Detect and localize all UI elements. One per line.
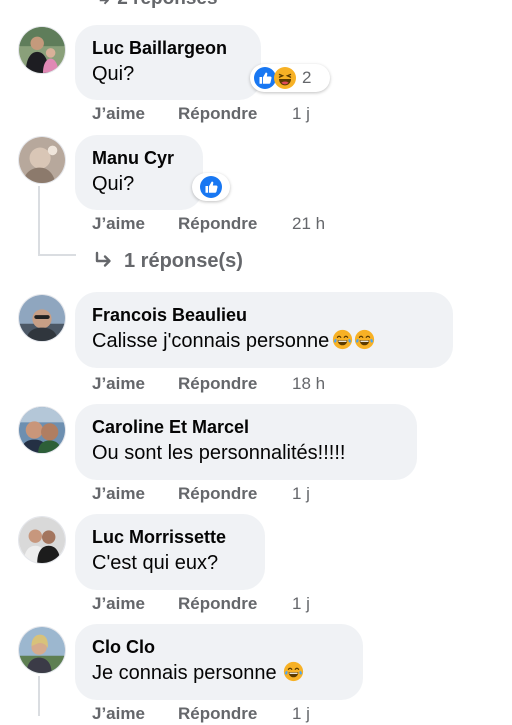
comment-author[interactable]: Caroline Et Marcel <box>92 416 400 438</box>
comment-actions: J’aime Répondre 1 j <box>92 593 310 615</box>
comment-author[interactable]: Francois Beaulieu <box>92 304 436 326</box>
reaction-count: 2 <box>302 68 312 87</box>
avatar[interactable] <box>18 626 66 674</box>
comment-actions: J’aime Répondre 18 h <box>92 373 325 395</box>
comment-timestamp[interactable]: 1 j <box>292 704 310 724</box>
like-button[interactable]: J’aime <box>92 704 178 724</box>
view-replies-link[interactable]: 1 réponse(s) <box>92 249 243 273</box>
comment-bubble: Manu Cyr Qui? <box>75 135 203 210</box>
comment-text: C'est qui eux? <box>92 552 219 574</box>
avatar[interactable] <box>18 516 66 564</box>
comment-bubble: Caroline Et Marcel Ou sont les personnal… <box>75 404 417 480</box>
comment-text: Calisse j'connais personne <box>92 328 436 355</box>
comment-author[interactable]: Manu Cyr <box>92 147 186 169</box>
comment-timestamp[interactable]: 21 h <box>292 214 325 234</box>
comment-bubble: Clo Clo Je connais personne <box>75 624 363 700</box>
avatar[interactable] <box>18 294 66 342</box>
haha-icon <box>273 66 297 90</box>
reply-button[interactable]: Répondre <box>178 484 292 504</box>
tears-of-joy-emoji <box>283 661 304 682</box>
reaction-summary[interactable]: 2 <box>250 64 330 92</box>
comment-actions: J’aime Répondre 21 h <box>92 213 325 235</box>
comment-text: Ou sont les personnalités!!!!! <box>92 442 346 464</box>
comment-bubble: Luc Morrissette C'est qui eux? <box>75 514 265 590</box>
avatar[interactable] <box>18 136 66 184</box>
reply-arrow-icon <box>95 251 111 267</box>
avatar[interactable] <box>18 406 66 454</box>
reply-button[interactable]: Répondre <box>178 374 292 394</box>
comment-bubble: Luc Baillargeon Qui? <box>75 25 261 100</box>
comment-timestamp[interactable]: 1 j <box>292 484 310 504</box>
comment-timestamp[interactable]: 1 j <box>292 104 310 124</box>
comment-actions: J’aime Répondre 1 j <box>92 703 310 725</box>
comment-timestamp[interactable]: 1 j <box>292 594 310 614</box>
comment-author[interactable]: Luc Morrissette <box>92 526 248 548</box>
reaction-summary[interactable] <box>192 173 230 201</box>
view-replies-label[interactable]: 1 réponse(s) <box>124 250 243 273</box>
reply-button[interactable]: Répondre <box>178 704 292 724</box>
comment-actions: J’aime Répondre 1 j <box>92 483 310 505</box>
like-button[interactable]: J’aime <box>92 594 178 614</box>
like-button[interactable]: J’aime <box>92 214 178 234</box>
tears-of-joy-emoji <box>332 329 353 350</box>
avatar[interactable] <box>18 26 66 74</box>
replies-link-partial[interactable]: ↳ 2 réponses <box>96 0 218 10</box>
tears-of-joy-emoji <box>354 329 375 350</box>
comment-author[interactable]: Luc Baillargeon <box>92 37 244 59</box>
comment-text: Qui? <box>92 63 135 85</box>
comment-bubble: Francois Beaulieu Calisse j'connais pers… <box>75 292 453 368</box>
comment-text: Je connais personne <box>92 660 346 687</box>
reply-button[interactable]: Répondre <box>178 594 292 614</box>
comment-author[interactable]: Clo Clo <box>92 636 346 658</box>
thread-line <box>38 186 40 256</box>
comment-timestamp[interactable]: 18 h <box>292 374 325 394</box>
reply-button[interactable]: Répondre <box>178 104 292 124</box>
like-button[interactable]: J’aime <box>92 104 178 124</box>
like-button[interactable]: J’aime <box>92 374 178 394</box>
comment-text: Qui? <box>92 173 135 195</box>
like-icon <box>199 175 223 199</box>
reply-button[interactable]: Répondre <box>178 214 292 234</box>
thread-line <box>38 254 76 256</box>
like-button[interactable]: J’aime <box>92 484 178 504</box>
thread-line <box>38 676 40 716</box>
comment-actions: J’aime Répondre 1 j <box>92 103 310 125</box>
